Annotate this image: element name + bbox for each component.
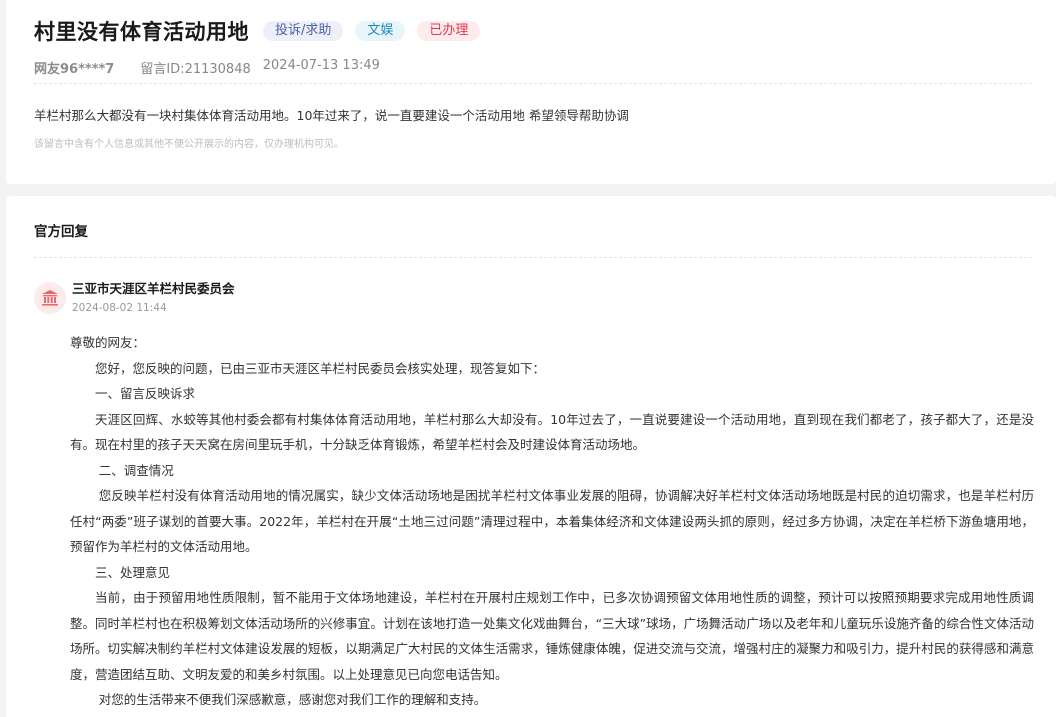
reply-datetime: 2024-08-02 11:44 (72, 302, 167, 314)
reply-org: 三亚市天涯区羊栏村民委员会 2024-08-02 11:44 (34, 280, 235, 316)
reply-body: 尊敬的网友： 您好，您反映的问题，已由三亚市天涯区羊栏村民委员会核实处理，现答复… (70, 330, 1034, 713)
reply-paragraph-2: 您反映羊栏村没有体育活动用地的情况属实，缺少文体活动场地是困扰羊栏村文体事业发展… (70, 488, 1034, 554)
reply-paragraph-1: 天涯区回辉、水蛟等其他村委会都有村集体体育活动用地，羊栏村那么大却没有。10年过… (70, 411, 1034, 453)
page-title: 村里没有体育活动用地 (34, 20, 249, 44)
divider (34, 83, 1032, 84)
divider (34, 257, 1032, 258)
section-title: 官方回复 (34, 224, 88, 240)
reply-heading-3: 三、处理意见 (95, 564, 171, 580)
government-building-icon (34, 282, 66, 314)
reply-heading-1: 一、留言反映诉求 (95, 386, 196, 401)
post-datetime: 2024-07-13 13:49 (262, 58, 380, 73)
category-tag: 投诉/求助 (263, 21, 344, 41)
org-name: 三亚市天涯区羊栏村民委员会 (72, 281, 235, 296)
org-info: 三亚市天涯区羊栏村民委员会 2024-08-02 11:44 (72, 280, 235, 316)
reply-card: 官方回复 三亚市天涯区羊栏村民委员会 2024-08-02 11:44 尊敬的网… (6, 196, 1056, 717)
post-content: 羊栏村那么大都没有一块村集体体育活动用地。10年过来了，说一直要建设一个活动用地… (34, 108, 629, 123)
reply-greeting: 尊敬的网友： (70, 335, 146, 350)
reply-paragraph-3: 当前，由于预留用地性质限制，暂不能用于文体场地建设，羊栏村在开展村庄规划工作中，… (70, 590, 1034, 682)
post-card: • • 村里没有体育活动用地 投诉/求助 文娱 已办理 网友96****7 留言… (6, 0, 1056, 184)
author-name: 网友96****7 (34, 62, 115, 77)
reply-closing: 对您的生活带来不便我们深感歉意，感谢您对我们工作的理解和支持。 (98, 692, 487, 707)
post-meta: 网友96****7 留言ID:21130848 2024-07-13 13:49 (34, 58, 380, 77)
reply-intro: 您好，您反映的问题，已由三亚市天涯区羊栏村民委员会核实处理，现答复如下： (95, 360, 546, 376)
status-badge: 已办理 (417, 21, 481, 41)
area-tag: 文娱 (355, 21, 406, 41)
title-row: 村里没有体育活动用地 投诉/求助 文娱 已办理 (34, 16, 492, 46)
reply-heading-2: 二、调查情况 (98, 462, 174, 478)
privacy-notice: 该留言中含有个人信息或其他不便公开展示的内容，仅办理机构可见。 (34, 139, 344, 150)
message-id: 留言ID:21130848 (140, 62, 251, 77)
government-building-icon-svg (42, 290, 58, 306)
